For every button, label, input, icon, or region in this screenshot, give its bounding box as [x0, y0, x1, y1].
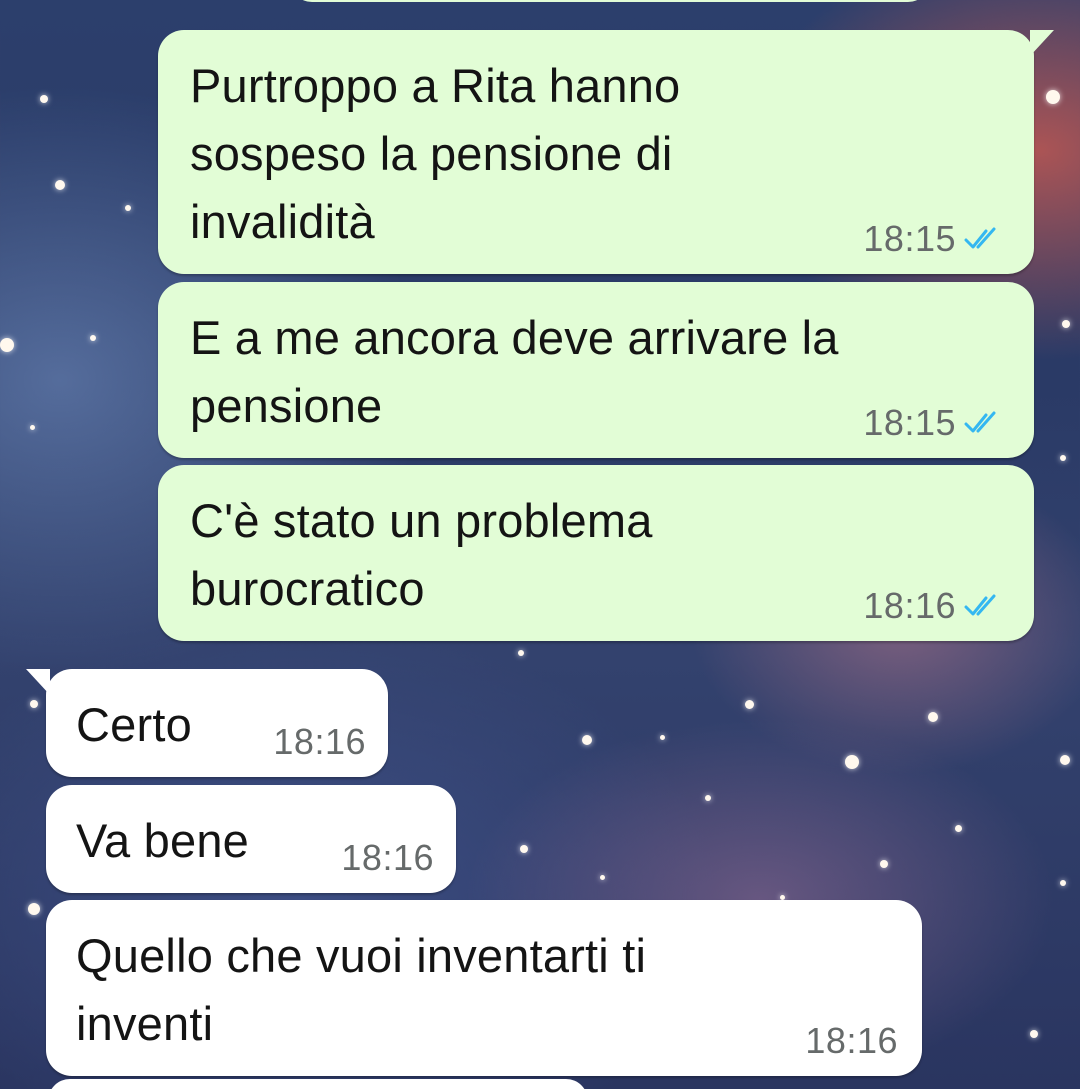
- message-bubble-outgoing[interactable]: C'è stato un problema burocratico 18:16: [158, 465, 1034, 641]
- message-meta: 18:16: [273, 721, 366, 763]
- double-check-icon: [964, 411, 996, 433]
- message-bubble-outgoing[interactable]: E a me ancora deve arrivare la pensione …: [158, 282, 1034, 458]
- message-bubble-outgoing[interactable]: Purtroppo a Rita hanno sospeso la pensio…: [158, 30, 1054, 274]
- message-meta: 18:15: [863, 402, 1004, 444]
- bubble-tail: [26, 669, 50, 695]
- message-meta: 18:16: [805, 1020, 898, 1062]
- message-text: Certo: [76, 698, 192, 751]
- double-check-icon: [964, 227, 996, 249]
- message-text: Quello che vuoi inventarti ti inventi: [76, 929, 647, 1050]
- message-time: 18:16: [341, 837, 434, 878]
- message-text: C'è stato un problema burocratico: [190, 494, 653, 615]
- message-bubble-incoming[interactable]: Certo 18:16: [26, 669, 388, 777]
- message-time: 18:16: [805, 1020, 898, 1061]
- bubble-tail: [1030, 30, 1054, 56]
- message-time: 18:16: [863, 585, 956, 626]
- message-bubble-incoming[interactable]: Quello che vuoi inventarti ti inventi 18…: [46, 900, 922, 1076]
- message-text: Purtroppo a Rita hanno sospeso la pensio…: [190, 59, 681, 248]
- message-meta: 18:15: [863, 218, 1004, 260]
- message-meta: 18:16: [341, 837, 434, 879]
- previous-message-bubble-edge: [290, 0, 930, 2]
- message-text: Va bene: [76, 814, 250, 867]
- double-check-icon: [964, 594, 996, 616]
- message-time: 18:16: [273, 721, 366, 762]
- message-bubble-incoming[interactable]: Va bene 18:16: [46, 785, 456, 893]
- message-text: E a me ancora deve arrivare la pensione: [190, 311, 839, 432]
- message-time: 18:15: [863, 218, 956, 259]
- message-meta: 18:16: [863, 585, 1004, 627]
- message-time: 18:15: [863, 402, 956, 443]
- next-message-bubble-edge: [48, 1079, 588, 1089]
